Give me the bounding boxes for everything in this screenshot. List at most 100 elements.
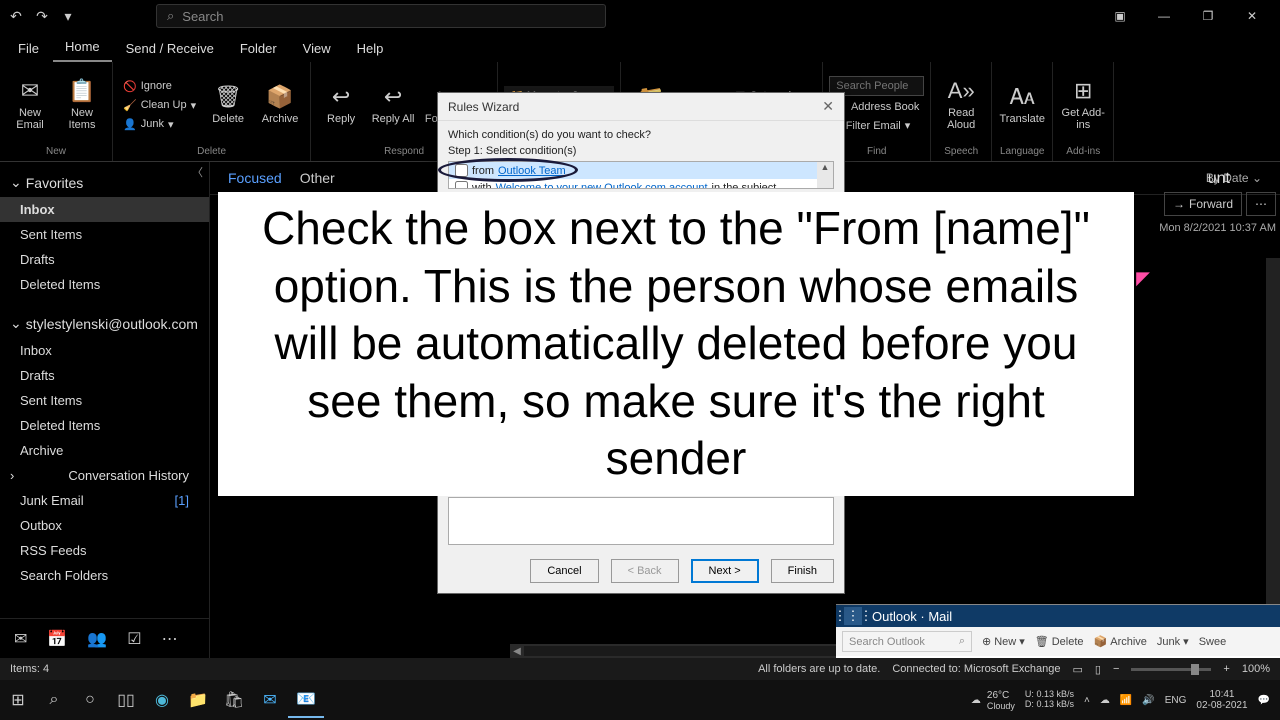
task-view-icon[interactable]: ▯▯ bbox=[108, 682, 144, 718]
wifi-icon[interactable]: 📶 bbox=[1120, 695, 1132, 706]
menu-view[interactable]: View bbox=[291, 35, 343, 62]
more-icon[interactable]: ⋯ bbox=[162, 629, 178, 649]
scroll-left-icon[interactable]: ◀ bbox=[510, 646, 524, 657]
new-items-button[interactable]: 📋New Items bbox=[58, 70, 106, 140]
sidebar-item-junk[interactable]: Junk Email[1] bbox=[0, 488, 209, 513]
reply-button[interactable]: ↩Reply bbox=[317, 70, 365, 140]
zoom-in-icon[interactable]: + bbox=[1223, 663, 1229, 675]
condition-link[interactable]: Welcome to your new Outlook.com account bbox=[496, 182, 708, 190]
edge-icon[interactable]: ◉ bbox=[144, 682, 180, 718]
owa-new-button[interactable]: ⊕New ▾ bbox=[982, 635, 1025, 648]
more-actions-button[interactable]: ⋯ bbox=[1246, 192, 1276, 216]
reply-icon: ↩ bbox=[332, 85, 350, 109]
junk-button[interactable]: 👤Junk ▾ bbox=[119, 116, 200, 133]
explorer-icon[interactable]: 📁 bbox=[180, 682, 216, 718]
owa-sweep-button[interactable]: Swee bbox=[1199, 636, 1227, 648]
sidebar-item[interactable]: Deleted Items bbox=[0, 413, 209, 438]
menu-send-receive[interactable]: Send / Receive bbox=[114, 35, 226, 62]
minimize-button[interactable]: — bbox=[1144, 2, 1184, 30]
conditions-list[interactable]: from Outlook Team with Welcome to your n… bbox=[448, 161, 834, 189]
favorites-header[interactable]: ⌄Favorites bbox=[0, 168, 209, 197]
owa-archive-button[interactable]: 📦Archive bbox=[1094, 635, 1147, 648]
outlook-app-icon[interactable]: 📧 bbox=[288, 682, 324, 718]
instruction-text: Check the box next to the "From [name]" … bbox=[248, 200, 1104, 488]
cancel-button[interactable]: Cancel bbox=[530, 559, 598, 583]
onedrive-icon[interactable]: ☁ bbox=[1100, 695, 1110, 706]
owa-delete-button[interactable]: 🗑Delete bbox=[1035, 635, 1084, 648]
view-normal-icon[interactable]: ▭ bbox=[1073, 663, 1083, 676]
tab-focused[interactable]: Focused bbox=[228, 170, 282, 186]
owa-junk-button[interactable]: Junk ▾ bbox=[1157, 635, 1189, 648]
undo-icon[interactable]: ↶ bbox=[8, 8, 24, 24]
sidebar-item[interactable]: Archive bbox=[0, 438, 209, 463]
menu-help[interactable]: Help bbox=[345, 35, 396, 62]
tasks-icon[interactable]: ☑ bbox=[127, 629, 141, 649]
rule-description-box[interactable] bbox=[448, 497, 834, 545]
sidebar-item[interactable]: Sent Items bbox=[0, 388, 209, 413]
sidebar-item-drafts[interactable]: Drafts bbox=[0, 247, 209, 272]
search-button[interactable]: ⌕ bbox=[36, 682, 72, 718]
mail-icon[interactable]: ✉ bbox=[14, 629, 27, 649]
sidebar-item-inbox[interactable]: Inbox bbox=[0, 197, 209, 222]
sidebar-item[interactable]: Outbox bbox=[0, 513, 209, 538]
zoom-out-icon[interactable]: − bbox=[1113, 663, 1119, 675]
chevron-down-icon: ⌄ bbox=[10, 315, 22, 332]
redo-icon[interactable]: ↷ bbox=[34, 8, 50, 24]
menu-file[interactable]: File bbox=[6, 35, 51, 62]
search-input[interactable]: ⌕ Search bbox=[156, 4, 606, 28]
start-button[interactable]: ⊞ bbox=[0, 682, 36, 718]
qat-dropdown-icon[interactable]: ▾ bbox=[60, 8, 76, 24]
people-icon[interactable]: 👥 bbox=[87, 629, 107, 649]
condition-checkbox[interactable] bbox=[455, 181, 468, 189]
clean-up-button[interactable]: 🧹Clean Up ▾ bbox=[119, 97, 200, 114]
new-email-button[interactable]: ✉New Email bbox=[6, 70, 54, 140]
forward-message-button[interactable]: →Forward bbox=[1164, 192, 1242, 216]
menu-folder[interactable]: Folder bbox=[228, 35, 289, 62]
owa-search-input[interactable]: Search Outlook⌕ bbox=[842, 631, 972, 652]
weather-widget[interactable]: ☁ 26°CCloudy bbox=[971, 690, 1015, 711]
clock[interactable]: 10:4102-08-2021 bbox=[1196, 689, 1247, 711]
cortana-icon[interactable]: ○ bbox=[72, 682, 108, 718]
maximize-button[interactable]: ❐ bbox=[1188, 2, 1228, 30]
sidebar-item[interactable]: RSS Feeds bbox=[0, 538, 209, 563]
vertical-scrollbar[interactable] bbox=[1266, 258, 1280, 656]
menu-home[interactable]: Home bbox=[53, 33, 112, 62]
finish-button[interactable]: Finish bbox=[771, 559, 834, 583]
notifications-icon[interactable]: 💬 bbox=[1258, 695, 1270, 706]
volume-icon[interactable]: 🔊 bbox=[1142, 695, 1154, 706]
tray-chevron-icon[interactable]: ˄ bbox=[1084, 695, 1090, 706]
condition-link[interactable]: Outlook Team bbox=[498, 165, 566, 177]
sidebar-item[interactable]: Search Folders bbox=[0, 563, 209, 588]
close-button[interactable]: ✕ bbox=[1232, 2, 1272, 30]
view-reading-icon[interactable]: ▯ bbox=[1095, 663, 1101, 676]
ignore-button[interactable]: 🚫Ignore bbox=[119, 78, 200, 95]
sidebar-item[interactable]: Drafts bbox=[0, 363, 209, 388]
tab-other[interactable]: Other bbox=[300, 170, 335, 186]
archive-button[interactable]: 📦Archive bbox=[256, 70, 304, 140]
store-icon[interactable]: 🛍 bbox=[216, 682, 252, 718]
read-aloud-button[interactable]: A»Read Aloud bbox=[937, 70, 985, 140]
next-button[interactable]: Next > bbox=[691, 559, 759, 583]
ribbon-group-addins: Add-ins bbox=[1066, 146, 1100, 159]
reply-all-button[interactable]: ↩Reply All bbox=[369, 70, 417, 140]
zoom-slider[interactable] bbox=[1131, 668, 1211, 671]
delete-button[interactable]: 🗑Delete bbox=[204, 70, 252, 140]
sidebar-item-sent[interactable]: Sent Items bbox=[0, 222, 209, 247]
language-indicator[interactable]: ENG bbox=[1165, 695, 1187, 706]
condition-from[interactable]: from Outlook Team bbox=[449, 162, 833, 179]
condition-subject[interactable]: with Welcome to your new Outlook.com acc… bbox=[449, 179, 833, 189]
ribbon-display-icon[interactable]: ▣ bbox=[1100, 2, 1140, 30]
sidebar-item-deleted[interactable]: Deleted Items bbox=[0, 272, 209, 297]
translate-button[interactable]: 🗛Translate bbox=[998, 70, 1046, 140]
condition-checkbox[interactable] bbox=[455, 164, 468, 177]
sidebar-item[interactable]: Inbox bbox=[0, 338, 209, 363]
mail-app-icon[interactable]: ✉ bbox=[252, 682, 288, 718]
list-scrollbar[interactable]: ▲ bbox=[817, 162, 833, 188]
app-launcher-icon[interactable]: ⋮⋮⋮ bbox=[844, 607, 862, 625]
collapse-icon[interactable]: 〈 bbox=[192, 164, 203, 180]
get-addins-button[interactable]: ⊞Get Add-ins bbox=[1059, 70, 1107, 140]
calendar-icon[interactable]: 📅 bbox=[47, 629, 67, 649]
sidebar-item[interactable]: ›Conversation History bbox=[0, 463, 209, 488]
dialog-close-button[interactable]: ✕ bbox=[822, 98, 834, 115]
account-header[interactable]: ⌄stylestylenski@outlook.com bbox=[0, 309, 209, 338]
